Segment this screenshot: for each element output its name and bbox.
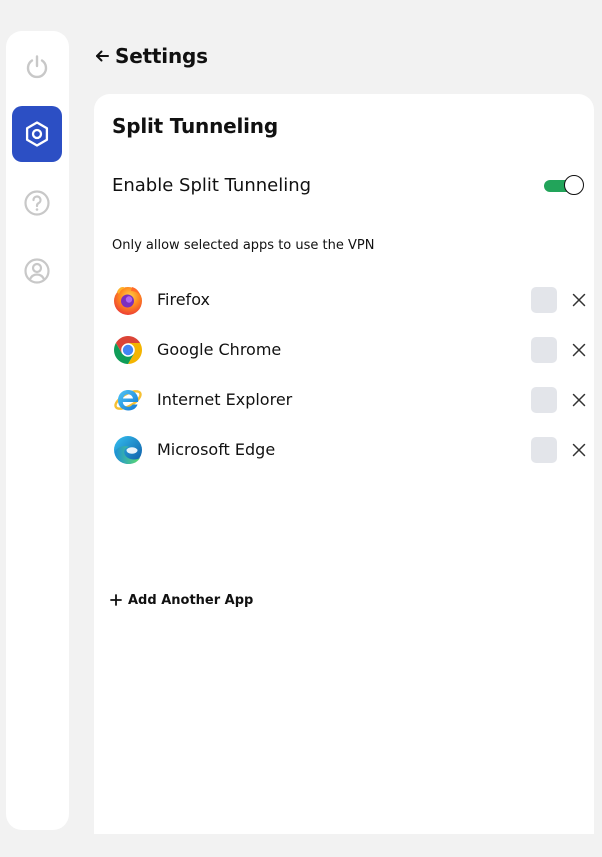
section-description: Only allow selected apps to use the VPN	[112, 238, 375, 253]
question-icon	[24, 190, 50, 216]
user-icon	[24, 258, 50, 284]
app-name: Firefox	[157, 290, 210, 309]
page-title: Settings	[115, 44, 208, 68]
app-row-internet-explorer: Internet Explorer	[112, 380, 592, 420]
close-icon[interactable]	[572, 443, 586, 457]
sidebar-item-help[interactable]	[12, 175, 62, 231]
app-checkbox[interactable]	[531, 437, 557, 463]
section-title: Split Tunneling	[112, 114, 278, 138]
internet-explorer-icon	[114, 390, 142, 411]
split-tunneling-panel: Split Tunneling Enable Split Tunneling O…	[94, 94, 594, 834]
app-name: Internet Explorer	[157, 390, 293, 409]
close-icon[interactable]	[572, 293, 586, 307]
toggle-knob	[564, 175, 584, 195]
add-app-label: Add Another App	[128, 592, 254, 608]
app-name: Google Chrome	[157, 340, 282, 359]
arrow-left-icon	[96, 50, 109, 62]
page-header: Settings	[93, 40, 208, 72]
app-row-firefox: Firefox	[112, 280, 592, 320]
app-checkbox[interactable]	[531, 287, 557, 313]
app-checkbox[interactable]	[531, 337, 557, 363]
sidebar-item-account[interactable]	[12, 243, 62, 299]
add-app-button[interactable]: Add Another App	[110, 590, 253, 610]
back-button[interactable]	[93, 47, 111, 65]
close-icon[interactable]	[572, 343, 586, 357]
power-icon	[26, 55, 48, 79]
chrome-icon	[114, 336, 142, 364]
plus-icon	[110, 594, 122, 606]
toggle-label: Enable Split Tunneling	[112, 175, 312, 196]
sidebar-item-power[interactable]	[12, 39, 62, 95]
close-icon[interactable]	[572, 393, 586, 407]
sidebar-item-settings[interactable]	[12, 106, 62, 162]
sidebar	[6, 31, 69, 830]
app-name: Microsoft Edge	[157, 440, 276, 459]
split-tunneling-toggle[interactable]	[544, 175, 584, 195]
edge-icon	[114, 436, 142, 464]
app-row-edge: Microsoft Edge	[112, 430, 592, 470]
app-row-chrome: Google Chrome	[112, 330, 592, 370]
gear-icon	[25, 121, 49, 147]
app-checkbox[interactable]	[531, 387, 557, 413]
firefox-icon	[114, 287, 142, 315]
